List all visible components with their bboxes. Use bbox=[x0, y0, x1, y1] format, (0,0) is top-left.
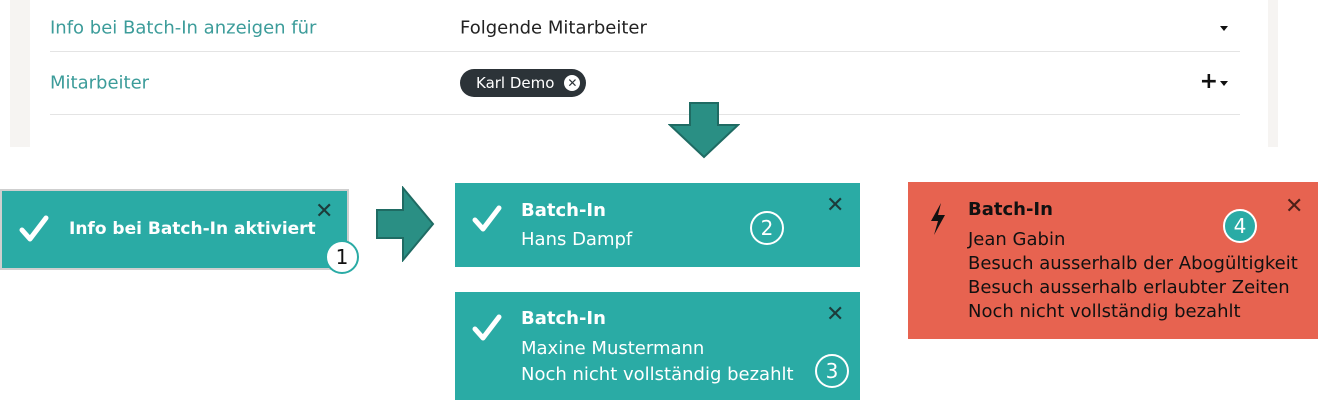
close-icon[interactable]: ✕ bbox=[826, 195, 844, 217]
employee-chip: Karl Demo ✕ bbox=[460, 69, 587, 97]
batch-in-info-row: Info bei Batch-In anzeigen für Folgende … bbox=[50, 5, 1240, 52]
chevron-down-icon[interactable] bbox=[1220, 81, 1228, 86]
lightning-icon bbox=[931, 203, 945, 235]
toast-title: Batch-In bbox=[521, 308, 606, 329]
step-badge: 1 bbox=[325, 240, 359, 274]
chevron-down-icon[interactable] bbox=[1220, 26, 1228, 31]
employee-label: Mitarbeiter bbox=[50, 72, 150, 94]
close-icon[interactable]: ✕ bbox=[1285, 196, 1303, 218]
close-icon[interactable]: ✕ bbox=[315, 201, 333, 223]
add-employee-button[interactable]: + bbox=[1200, 71, 1218, 93]
toast-line: Jean Gabin bbox=[968, 229, 1066, 250]
employee-chip-label: Karl Demo bbox=[476, 74, 555, 92]
toast-title: Batch-In bbox=[968, 199, 1053, 220]
step-badge: 3 bbox=[815, 354, 849, 388]
batch-in-info-select[interactable]: Folgende Mitarbeiter bbox=[460, 18, 647, 39]
arrow-right-icon bbox=[376, 186, 435, 262]
check-icon bbox=[19, 215, 49, 242]
remove-chip-icon[interactable]: ✕ bbox=[564, 75, 581, 91]
toast-line: Besuch ausserhalb der Abogültigkeit bbox=[968, 253, 1298, 274]
arrow-down-icon bbox=[668, 102, 740, 159]
settings-panel: Info bei Batch-In anzeigen für Folgende … bbox=[10, 0, 1278, 147]
toast-batch-in-jean: Batch-In Jean Gabin Besuch ausserhalb de… bbox=[908, 182, 1318, 339]
toast-line: Maxine Mustermann bbox=[521, 338, 705, 359]
settings-form: Info bei Batch-In anzeigen für Folgende … bbox=[30, 0, 1268, 147]
toast-line: Hans Dampf bbox=[521, 229, 633, 250]
toast-title: Info bei Batch-In aktiviert bbox=[69, 219, 316, 239]
employee-row: Mitarbeiter Karl Demo ✕ + bbox=[50, 52, 1240, 115]
toast-title: Batch-In bbox=[521, 200, 606, 221]
check-icon bbox=[472, 314, 502, 341]
toast-line: Noch nicht vollständig bezahlt bbox=[521, 364, 794, 385]
toast-batch-in-activated: Info bei Batch-In aktiviert ✕ 1 bbox=[2, 191, 359, 274]
step-badge: 2 bbox=[750, 211, 784, 245]
toast-batch-in-hans: Batch-In Hans Dampf ✕ 2 bbox=[455, 183, 860, 267]
batch-in-info-label: Info bei Batch-In anzeigen für bbox=[50, 17, 317, 39]
step-badge: 4 bbox=[1223, 209, 1257, 243]
close-icon[interactable]: ✕ bbox=[826, 304, 844, 326]
check-icon bbox=[472, 205, 502, 232]
toast-line: Besuch ausserhalb erlaubter Zeiten bbox=[968, 277, 1290, 298]
toast-line: Noch nicht vollständig bezahlt bbox=[968, 301, 1241, 322]
toast-batch-in-maxine: Batch-In Maxine Mustermann Noch nicht vo… bbox=[455, 292, 860, 400]
